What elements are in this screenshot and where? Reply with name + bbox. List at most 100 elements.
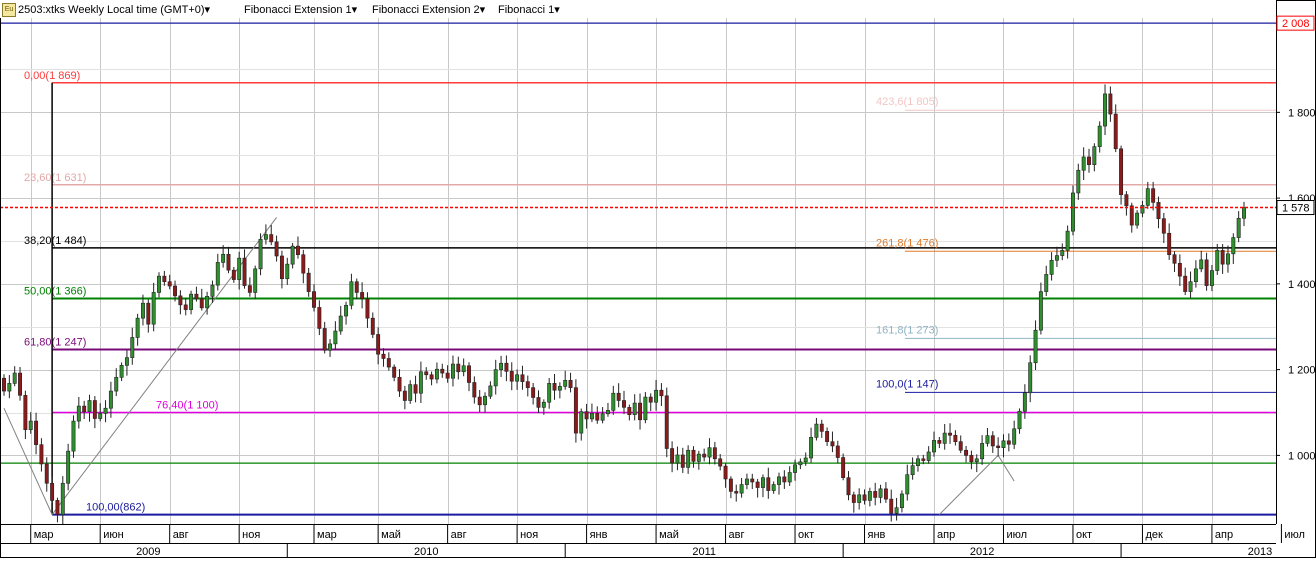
candle-body[interactable] <box>370 317 375 335</box>
candle-body[interactable] <box>76 405 81 422</box>
candle-body[interactable] <box>937 440 942 444</box>
indicator-fibonacci-extension-1[interactable]: Fibonacci Extension 1▾ <box>244 3 357 16</box>
candle-body[interactable] <box>691 449 696 462</box>
candle-body[interactable] <box>194 293 199 300</box>
candle-body[interactable] <box>782 476 787 483</box>
candle-body[interactable] <box>146 302 151 325</box>
candle-body[interactable] <box>440 368 445 374</box>
candle-body[interactable] <box>2 377 6 392</box>
candle-body[interactable] <box>707 447 712 458</box>
candle-body[interactable] <box>899 493 904 509</box>
candle-body[interactable] <box>360 292 365 300</box>
candle-body[interactable] <box>317 307 322 329</box>
candle-body[interactable] <box>44 463 49 484</box>
candle-body[interactable] <box>980 443 985 460</box>
candle-body[interactable] <box>1220 250 1225 265</box>
candle-body[interactable] <box>579 411 584 434</box>
candle-body[interactable] <box>322 328 327 351</box>
candle-body[interactable] <box>434 368 439 380</box>
candle-body[interactable] <box>418 371 423 394</box>
candle-body[interactable] <box>883 488 888 500</box>
candle-body[interactable] <box>279 255 284 280</box>
candle-body[interactable] <box>189 293 194 310</box>
candle-body[interactable] <box>1087 156 1091 165</box>
candle-body[interactable] <box>1081 156 1086 171</box>
candle-body[interactable] <box>1001 440 1006 448</box>
candle-body[interactable] <box>889 498 894 514</box>
candle-body[interactable] <box>1172 254 1177 264</box>
candle-body[interactable] <box>1006 440 1011 445</box>
candle-body[interactable] <box>1119 148 1124 195</box>
candle-body[interactable] <box>274 241 279 257</box>
candle-body[interactable] <box>1044 274 1049 292</box>
candle-body[interactable] <box>798 461 803 466</box>
candle-body[interactable] <box>87 400 92 412</box>
candle-body[interactable] <box>632 402 637 415</box>
candle-body[interactable] <box>766 477 771 491</box>
candle-body[interactable] <box>1161 218 1166 234</box>
candle-body[interactable] <box>338 315 343 332</box>
candle-body[interactable] <box>670 448 675 464</box>
candle-body[interactable] <box>771 484 776 491</box>
candle-body[interactable] <box>948 432 952 436</box>
candle-body[interactable] <box>354 281 359 293</box>
candle-body[interactable] <box>296 245 300 256</box>
candle-body[interactable] <box>103 407 108 414</box>
candle-body[interactable] <box>1177 262 1182 277</box>
indicator-fibonacci-1[interactable]: Fibonacci 1▾ <box>498 3 560 16</box>
candle-body[interactable] <box>996 445 1001 448</box>
candle-body[interactable] <box>92 400 97 419</box>
candle-body[interactable] <box>1135 212 1140 226</box>
candle-body[interactable] <box>1209 270 1214 286</box>
candle-body[interactable] <box>584 411 589 420</box>
candle-body[interactable] <box>199 298 204 309</box>
candle-body[interactable] <box>1215 250 1220 271</box>
candlestick-chart[interactable]: 0,00(1 869) 23,60(1 631) 38,20(1 484) 50,00… <box>0 0 1316 558</box>
candle-body[interactable] <box>472 382 477 398</box>
candle-body[interactable] <box>242 257 247 286</box>
candle-body[interactable] <box>328 343 332 351</box>
candle-body[interactable] <box>841 457 846 478</box>
candle-body[interactable] <box>520 374 525 382</box>
candle-body[interactable] <box>589 413 594 420</box>
candle-body[interactable] <box>12 372 17 384</box>
candle-body[interactable] <box>1151 188 1156 203</box>
candle-body[interactable] <box>696 453 701 462</box>
candle-body[interactable] <box>151 292 156 325</box>
candle-body[interactable] <box>787 472 792 483</box>
candle-body[interactable] <box>1145 188 1150 206</box>
candle-body[interactable] <box>964 449 969 456</box>
candle-body[interactable] <box>1156 202 1161 219</box>
candle-body[interactable] <box>263 234 268 240</box>
candle-body[interactable] <box>718 458 723 467</box>
candle-body[interactable] <box>1038 291 1043 331</box>
candle-body[interactable] <box>381 353 386 359</box>
candle-body[interactable] <box>525 381 530 388</box>
candle-body[interactable] <box>124 357 129 366</box>
candle-body[interactable] <box>739 484 744 494</box>
candle-body[interactable] <box>990 435 995 447</box>
candle-body[interactable] <box>1097 125 1102 147</box>
candle-body[interactable] <box>7 383 12 392</box>
candle-body[interactable] <box>269 234 274 243</box>
candle-body[interactable] <box>98 413 103 419</box>
candle-body[interactable] <box>643 396 648 421</box>
candle-body[interactable] <box>638 402 642 421</box>
candle-body[interactable] <box>1193 268 1198 283</box>
candle-body[interactable] <box>23 395 28 430</box>
candle-body[interactable] <box>744 478 749 485</box>
candle-body[interactable] <box>712 447 717 460</box>
candle-body[interactable] <box>867 491 872 501</box>
candle-body[interactable] <box>541 401 546 408</box>
candle-body[interactable] <box>247 285 252 293</box>
candle-body[interactable] <box>237 257 242 280</box>
candle-body[interactable] <box>108 390 113 409</box>
candle-body[interactable] <box>916 458 920 466</box>
candle-body[interactable] <box>905 474 910 495</box>
candle-body[interactable] <box>1033 329 1038 364</box>
candle-body[interactable] <box>424 371 429 376</box>
candle-body[interactable] <box>397 377 402 392</box>
candle-body[interactable] <box>680 454 685 468</box>
candle-body[interactable] <box>1242 207 1246 219</box>
candle-body[interactable] <box>344 305 349 317</box>
